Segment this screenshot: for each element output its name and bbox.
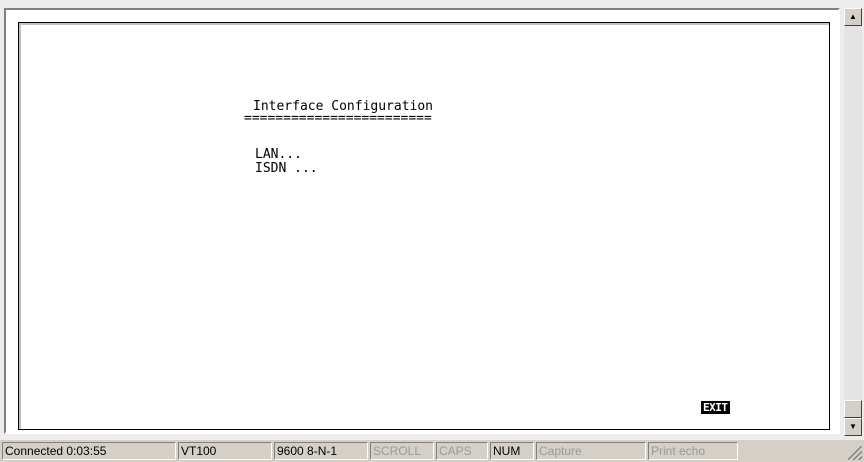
- status-connection: Connected 0:03:55: [2, 442, 176, 460]
- status-capture: Capture: [536, 442, 646, 460]
- hyperterminal-window: Interface Configuration ================…: [0, 0, 864, 462]
- status-port-settings: 9600 8-N-1: [274, 442, 368, 460]
- scrollbar-thumb[interactable]: [844, 400, 862, 418]
- status-bar: Connected 0:03:55 VT100 9600 8-N-1 SCROL…: [0, 440, 864, 462]
- exit-button[interactable]: EXIT: [701, 401, 730, 414]
- status-emulation: VT100: [178, 442, 272, 460]
- title-underline: ========================: [244, 111, 432, 126]
- status-num: NUM: [490, 442, 534, 460]
- vertical-scrollbar[interactable]: ▲ ▼: [844, 8, 862, 436]
- menu-item-isdn[interactable]: ISDN ...: [255, 161, 318, 176]
- terminal-frame: Interface Configuration ================…: [4, 8, 840, 434]
- status-caps: CAPS: [436, 442, 488, 460]
- terminal-screen[interactable]: Interface Configuration ================…: [18, 22, 830, 430]
- resize-grip-icon[interactable]: [848, 446, 862, 460]
- arrow-down-icon[interactable]: ▼: [844, 418, 862, 436]
- status-print-echo: Print echo: [648, 442, 738, 460]
- arrow-up-icon[interactable]: ▲: [844, 8, 862, 26]
- status-scroll: SCROLL: [370, 442, 434, 460]
- menu-item-lan[interactable]: LAN...: [255, 147, 302, 162]
